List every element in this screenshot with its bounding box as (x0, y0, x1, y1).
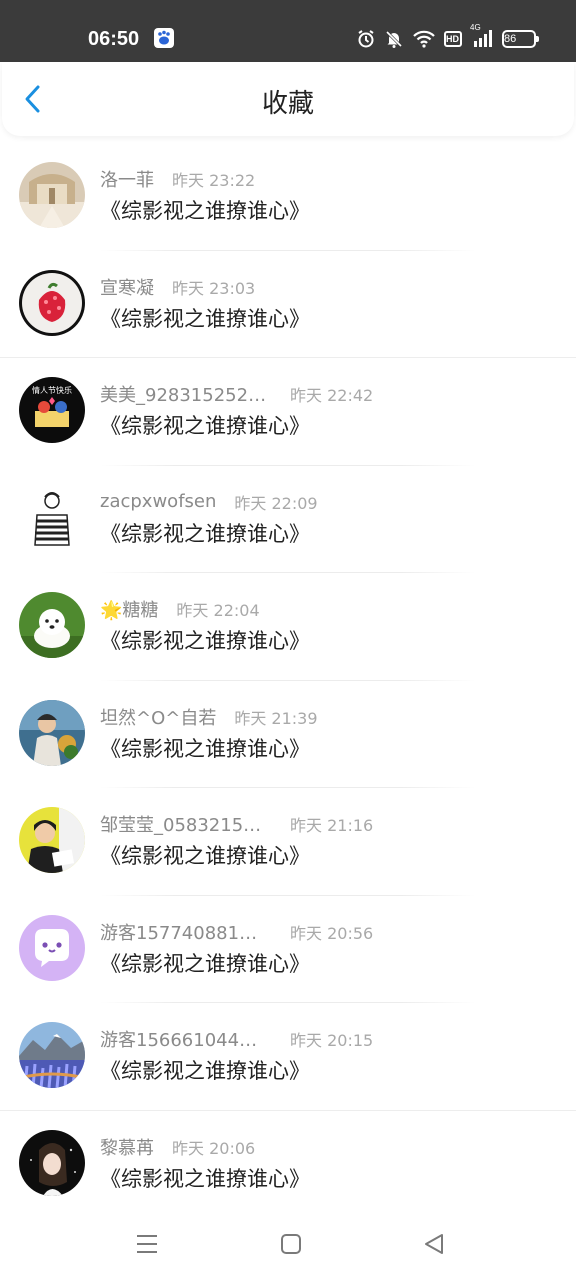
status-time: 06:50 (88, 28, 140, 50)
avatar[interactable] (19, 484, 85, 551)
timestamp: 昨天 22:09 (234, 493, 318, 513)
signal-icon: 4G (470, 23, 494, 49)
timestamp: 昨天 20:56 (290, 923, 374, 943)
user-name: 黎慕苒 (100, 1137, 154, 1159)
list-item[interactable]: 坦然^O^自若 昨天 21:39 《综影视之谁撩谁心》 (0, 681, 576, 788)
item-content: 《综影视之谁撩谁心》 (100, 629, 310, 653)
timestamp: 昨天 20:06 (172, 1138, 256, 1158)
hd-badge: HD (444, 31, 462, 47)
user-name: 坦然^O^自若 (100, 707, 217, 729)
list-item[interactable]: 洛一菲 昨天 23:22 《综影视之谁撩谁心》 (0, 143, 576, 251)
item-content: 《综影视之谁撩谁心》 (100, 844, 310, 868)
avatar[interactable]: 情人节快乐 (19, 377, 85, 443)
list-item[interactable]: 游客15774088148... 昨天 20:56 《综影视之谁撩谁心》 (0, 896, 576, 1003)
user-name: 游客15774088148... (100, 922, 268, 944)
square-home-icon (281, 1234, 301, 1254)
user-name: 游客15666104455... (100, 1030, 268, 1051)
avatar[interactable] (19, 162, 85, 228)
timestamp: 昨天 23:22 (172, 171, 256, 190)
list-item[interactable]: 宣寒凝 昨天 23:03 《综影视之谁撩谁心》 (0, 251, 576, 358)
item-content: 《综影视之谁撩谁心》 (100, 414, 310, 438)
user-name: 🌟糖糖 (100, 600, 159, 621)
item-content: 《综影视之谁撩谁心》 (100, 951, 310, 976)
wifi-icon (412, 29, 436, 49)
page-title: 收藏 (261, 89, 314, 119)
baidu-app-icon (154, 28, 174, 48)
list-item[interactable]: 黎慕苒 昨天 20:06 《综影视之谁撩谁心》 (0, 1111, 576, 1219)
user-name: 邹莹莹_05832150... (100, 815, 268, 836)
list-item[interactable]: 游客15666104455... 昨天 20:15 《综影视之谁撩谁心》 (0, 1003, 576, 1111)
chevron-left-icon (25, 85, 40, 113)
system-nav-bar (0, 1210, 576, 1280)
item-content: 《综影视之谁撩谁心》 (100, 1166, 310, 1191)
timestamp: 昨天 20:15 (290, 1031, 374, 1050)
favorites-list: 洛一菲 昨天 23:22 《综影视之谁撩谁心》 宣寒凝 昨天 23:03 《综影… (0, 143, 576, 1218)
battery-indicator: 86 (502, 30, 539, 48)
status-bar: 06:50 HD 4G 86 (0, 0, 576, 62)
list-item[interactable]: 情人节快乐 美美_9283152528... 昨天 22:42 《综影视之谁撩谁… (0, 358, 576, 466)
menu-button[interactable] (133, 1230, 161, 1258)
home-button[interactable] (277, 1230, 305, 1258)
user-name: zacpxwofsen (100, 491, 217, 512)
item-content: 《综影视之谁撩谁心》 (100, 1059, 310, 1083)
network-type-label: 4G (470, 23, 481, 32)
item-content: 《综影视之谁撩谁心》 (100, 199, 310, 223)
avatar-caption: 情人节快乐 (32, 385, 72, 395)
avatar[interactable] (19, 269, 85, 336)
avatar[interactable] (19, 1022, 85, 1088)
user-name: 美美_9283152528... (100, 385, 268, 406)
triangle-back-icon (425, 1234, 443, 1254)
list-item[interactable]: 🌟糖糖 昨天 22:04 《综影视之谁撩谁心》 (0, 573, 576, 681)
avatar[interactable] (19, 1129, 85, 1196)
avatar[interactable] (19, 592, 85, 658)
back-button[interactable] (16, 82, 50, 116)
item-content: 《综影视之谁撩谁心》 (100, 306, 310, 331)
nav-back-button[interactable] (420, 1230, 448, 1258)
avatar[interactable] (19, 914, 85, 981)
timestamp: 昨天 23:03 (172, 278, 256, 298)
avatar[interactable] (19, 807, 85, 873)
mute-bell-icon (384, 29, 404, 49)
app-header: 收藏 (2, 62, 574, 136)
timestamp: 昨天 21:16 (290, 816, 374, 835)
alarm-icon (356, 29, 376, 49)
timestamp: 昨天 21:39 (234, 708, 318, 728)
user-name: 洛一菲 (100, 170, 154, 191)
timestamp: 昨天 22:04 (176, 601, 260, 620)
item-content: 《综影视之谁撩谁心》 (100, 736, 310, 761)
user-name: 宣寒凝 (100, 277, 154, 299)
list-item[interactable]: 邹莹莹_05832150... 昨天 21:16 《综影视之谁撩谁心》 (0, 788, 576, 896)
avatar[interactable] (19, 699, 85, 766)
menu-icon (137, 1235, 157, 1253)
timestamp: 昨天 22:42 (290, 386, 374, 405)
item-content: 《综影视之谁撩谁心》 (100, 521, 310, 546)
list-item[interactable]: zacpxwofsen 昨天 22:09 《综影视之谁撩谁心》 (0, 466, 576, 573)
